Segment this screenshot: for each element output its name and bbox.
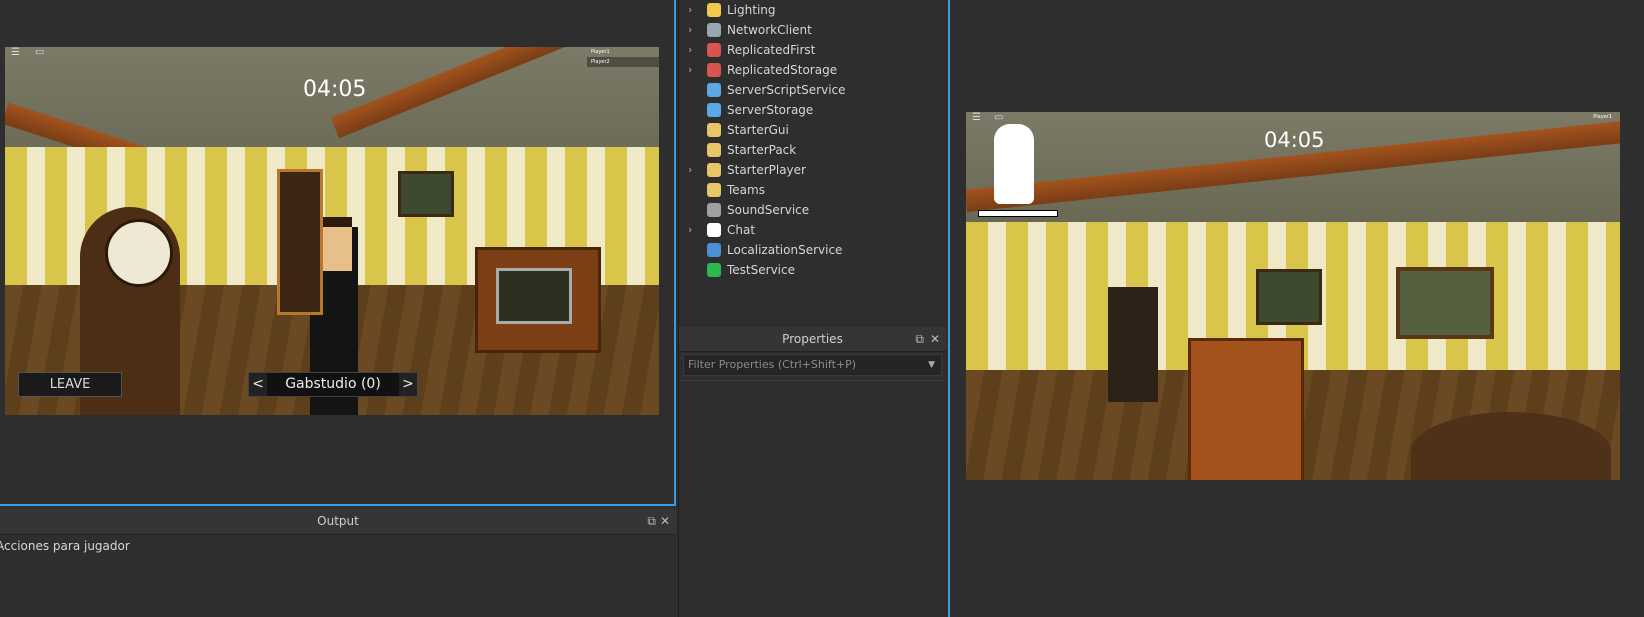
explorer-item-label: ReplicatedStorage (727, 63, 838, 77)
float-panel-icon[interactable]: ⧉ (647, 508, 656, 534)
explorer-item-lighting[interactable]: › Lighting (679, 0, 947, 20)
television (1188, 338, 1304, 480)
player-list: Player1 Player2 (587, 47, 659, 67)
explorer-panel: › Lighting › NetworkClient › ReplicatedFirst ›… (678, 0, 946, 325)
explorer-item-label: StarterPack (727, 143, 797, 157)
replicated-first-icon (707, 43, 721, 57)
explorer-item-label: SoundService (727, 203, 810, 217)
folder-icon (707, 143, 721, 157)
expand-chevron-icon[interactable]: › (688, 20, 698, 40)
explorer-item-label: StarterGui (727, 123, 789, 137)
expand-chevron-icon[interactable]: › (688, 160, 698, 180)
explorer-item-starterplayer[interactable]: › StarterPlayer (679, 160, 947, 180)
close-icon[interactable]: ✕ (930, 327, 940, 351)
explorer-item-label: Lighting (727, 3, 776, 17)
properties-title: Properties (782, 332, 843, 346)
check-icon (707, 263, 721, 277)
explorer-item-label: LocalizationService (727, 243, 843, 257)
properties-panel: Properties ⧉ ✕ Filter Properties (Ctrl+S… (678, 327, 946, 617)
player-list-entry: Player1 (591, 49, 610, 55)
health-bar (978, 210, 1058, 217)
network-icon (707, 23, 721, 37)
folder-icon (707, 183, 721, 197)
explorer-item-starterpack[interactable]: StarterPack (679, 140, 947, 160)
float-panel-icon[interactable]: ⧉ (915, 327, 924, 351)
output-title: Output (317, 514, 359, 528)
expand-chevron-icon[interactable]: › (688, 40, 698, 60)
wall-painting (1396, 267, 1494, 339)
window (398, 171, 454, 217)
door (277, 169, 323, 315)
expand-chevron-icon[interactable]: › (688, 0, 698, 20)
chat-bubble-icon[interactable]: ▭ (994, 112, 1003, 123)
spectated-player-name: Gabstudio (0) (285, 376, 381, 392)
folder-icon (707, 123, 721, 137)
explorer-item-teams[interactable]: Teams (679, 180, 947, 200)
right-game-scene[interactable]: 04:05 ☰ ▭ Player1 (966, 112, 1620, 480)
server-script-icon (707, 83, 721, 97)
chat-bubble-icon[interactable]: ▭ (35, 47, 44, 58)
leave-button[interactable]: LEAVE (18, 372, 122, 397)
explorer-item-soundservice[interactable]: SoundService (679, 200, 947, 220)
output-titlebar: Output ⧉ ✕ (0, 508, 676, 535)
spectate-next-button[interactable]: > (399, 373, 417, 396)
wardrobe (1108, 287, 1158, 402)
player-avatar-icon (994, 124, 1034, 204)
explorer-item-networkclient[interactable]: › NetworkClient (679, 20, 947, 40)
clock-face (105, 219, 173, 287)
right-game-viewport[interactable]: 04:05 ☰ ▭ Player1 (948, 0, 1644, 617)
explorer-item-replicatedfirst[interactable]: › ReplicatedFirst (679, 40, 947, 60)
spectate-prev-button[interactable]: < (249, 373, 267, 396)
output-log[interactable]: Acciones para jugador (0, 535, 676, 553)
television (475, 247, 601, 353)
chevron-down-icon[interactable]: ▼ (928, 355, 935, 375)
properties-separator (679, 380, 946, 381)
spectate-switcher: < Gabstudio (0) > (248, 372, 418, 397)
round-timer: 04:05 (303, 77, 367, 102)
explorer-item-label: Chat (727, 223, 756, 237)
localization-icon (707, 243, 721, 257)
explorer-item-localizationservice[interactable]: LocalizationService (679, 240, 947, 260)
explorer-item-startergui[interactable]: StarterGui (679, 120, 947, 140)
explorer-item-label: ServerScriptService (727, 83, 846, 97)
explorer-item-chat[interactable]: › Chat (679, 220, 947, 240)
replicated-storage-icon (707, 63, 721, 77)
expand-chevron-icon[interactable]: › (688, 60, 698, 80)
explorer-item-replicatedstorage[interactable]: › ReplicatedStorage (679, 60, 947, 80)
output-line: Acciones para jugador (0, 539, 130, 553)
explorer-item-label: ServerStorage (727, 103, 814, 117)
output-panel: Output ⧉ ✕ Acciones para jugador (0, 508, 676, 617)
lightbulb-icon (707, 3, 721, 17)
menu-icon[interactable]: ☰ (11, 47, 20, 58)
folder-icon (707, 163, 721, 177)
properties-titlebar: Properties ⧉ ✕ (679, 327, 946, 352)
speaker-icon (707, 203, 721, 217)
explorer-item-label: ReplicatedFirst (727, 43, 816, 57)
player-list-entry: Player2 (587, 57, 659, 67)
left-game-scene[interactable]: 04:05 ☰ ▭ Player1 Player2 (5, 47, 659, 415)
expand-chevron-icon[interactable]: › (688, 220, 698, 240)
server-storage-icon (707, 103, 721, 117)
menu-icon[interactable]: ☰ (972, 112, 981, 123)
explorer-item-testservice[interactable]: TestService (679, 260, 947, 280)
filter-properties-input[interactable]: Filter Properties (Ctrl+Shift+P) ▼ (683, 354, 942, 376)
filter-placeholder: Filter Properties (Ctrl+Shift+P) (688, 358, 857, 371)
chat-icon (707, 223, 721, 237)
explorer-item-label: StarterPlayer (727, 163, 806, 177)
explorer-item-label: TestService (727, 263, 795, 277)
explorer-item-label: NetworkClient (727, 23, 812, 37)
explorer-item-serverstorage[interactable]: ServerStorage (679, 100, 947, 120)
left-game-viewport[interactable]: 04:05 ☰ ▭ Player1 Player2 LEAVE < Gabstu… (0, 0, 676, 506)
window (1256, 269, 1322, 325)
explorer-item-label: Teams (727, 183, 765, 197)
player-list-entry: Player1 (1593, 114, 1612, 120)
explorer-item-serverscriptservice[interactable]: ServerScriptService (679, 80, 947, 100)
close-icon[interactable]: ✕ (660, 508, 670, 534)
round-timer: 04:05 (1264, 128, 1325, 152)
